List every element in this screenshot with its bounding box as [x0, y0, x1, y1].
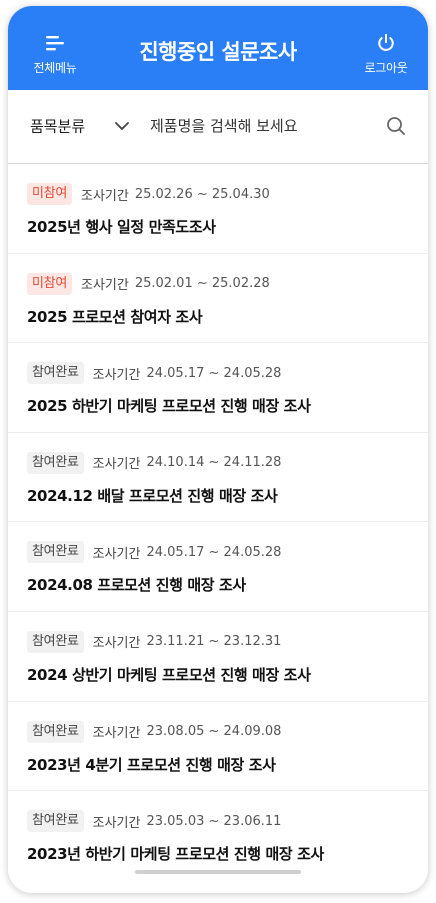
search-bar: 품목분류 — [8, 90, 428, 164]
survey-title: 2025 하반기 마케팅 프로모션 진행 매장 조사 — [27, 397, 311, 416]
period-label: 조사기간 — [92, 726, 141, 742]
status-badge: 미참여 — [27, 272, 72, 295]
home-indicator — [135, 870, 301, 874]
period-label: 조사기간 — [80, 278, 129, 294]
survey-item[interactable]: 미참여 조사기간 25.02.01 ~ 25.02.28 2025 프로모션 참… — [8, 254, 428, 344]
period-value: 25.02.26 ~ 25.04.30 — [134, 186, 270, 202]
survey-title: 2025년 행사 일정 만족도조사 — [27, 218, 216, 236]
period-label: 조사기간 — [92, 546, 141, 562]
period-value: 24.05.17 ~ 24.05.28 — [146, 544, 282, 560]
period-label: 조사기간 — [92, 636, 141, 652]
period-value: 24.05.17 ~ 24.05.28 — [146, 365, 282, 381]
period-value: 23.11.21 ~ 23.12.31 — [146, 634, 282, 650]
category-dropdown[interactable]: 품목분류 — [30, 116, 85, 137]
search-input[interactable] — [150, 112, 370, 140]
survey-item[interactable]: 참여완료 조사기간 23.05.03 ~ 23.06.11 2023년 하반기 … — [8, 791, 428, 880]
period-value: 24.10.14 ~ 24.11.28 — [146, 455, 282, 471]
status-badge: 참여완료 — [27, 720, 84, 743]
status-badge: 참여완료 — [27, 451, 84, 474]
period-label: 조사기간 — [80, 188, 129, 204]
status-badge: 미참여 — [27, 183, 72, 205]
status-badge: 참여완료 — [27, 630, 84, 653]
survey-item[interactable]: 참여완료 조사기간 23.08.05 ~ 24.09.08 2023년 4분기 … — [8, 702, 428, 792]
chevron-down-icon[interactable] — [114, 121, 130, 131]
survey-list: 미참여 조사기간 25.02.26 ~ 25.04.30 2025년 행사 일정… — [8, 164, 428, 880]
survey-title: 2025 프로모션 참여자 조사 — [27, 307, 203, 326]
period-label: 조사기간 — [92, 367, 141, 383]
survey-title: 2024.12 배달 프로모션 진행 매장 조사 — [27, 486, 278, 505]
survey-item[interactable]: 참여완료 조사기간 23.11.21 ~ 23.12.31 2024 상반기 마… — [8, 612, 428, 702]
logout-label: 로그아웃 — [364, 61, 408, 75]
period-label: 조사기간 — [92, 457, 141, 473]
survey-item[interactable]: 미참여 조사기간 25.02.26 ~ 25.04.30 2025년 행사 일정… — [8, 164, 428, 254]
survey-item[interactable]: 참여완료 조사기간 24.05.17 ~ 24.05.28 2025 하반기 마… — [8, 343, 428, 433]
status-badge: 참여완료 — [27, 810, 84, 833]
search-icon[interactable] — [386, 116, 406, 136]
survey-title: 2023년 하반기 마케팅 프로모션 진행 매장 조사 — [27, 845, 324, 864]
period-value: 25.02.01 ~ 25.02.28 — [134, 276, 270, 292]
app-header: 전체메뉴 진행중인 설문조사 로그아웃 — [8, 6, 428, 90]
period-value: 23.05.03 ~ 23.06.11 — [146, 813, 282, 829]
survey-item[interactable]: 참여완료 조사기간 24.10.14 ~ 24.11.28 2024.12 배달… — [8, 433, 428, 523]
power-icon — [378, 33, 394, 51]
logout-button[interactable]: 로그아웃 — [346, 6, 426, 90]
status-badge: 참여완료 — [27, 541, 84, 564]
survey-item[interactable]: 참여완료 조사기간 24.05.17 ~ 24.05.28 2024.08 프로… — [8, 522, 428, 612]
app-frame: 전체메뉴 진행중인 설문조사 로그아웃 품목분류 미참여 조사기간 25.02.… — [8, 6, 428, 893]
period-value: 23.08.05 ~ 24.09.08 — [146, 724, 282, 740]
status-badge: 참여완료 — [27, 362, 84, 385]
survey-title: 2024 상반기 마케팅 프로모션 진행 매장 조사 — [27, 665, 311, 684]
period-label: 조사기간 — [92, 815, 141, 831]
survey-title: 2023년 4분기 프로모션 진행 매장 조사 — [27, 755, 276, 774]
survey-title: 2024.08 프로모션 진행 매장 조사 — [27, 576, 246, 595]
